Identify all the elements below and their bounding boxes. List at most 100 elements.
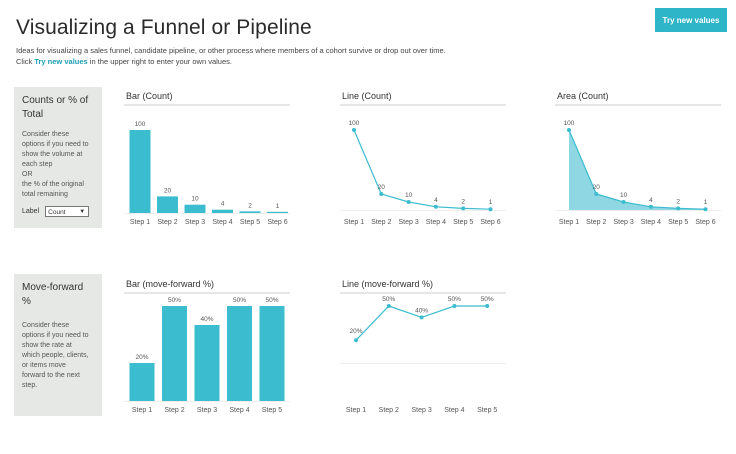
data-point [352,128,356,132]
x-tick-label: Step 2 [164,407,184,414]
chart-title: Line (move-forward %) [342,279,433,289]
data-label: 100 [349,120,360,127]
data-point [485,304,490,308]
counts-desc-line: each step [22,161,53,168]
bar [162,306,187,401]
line-count-chart: Line (Count) 100 20 10 4 2 1 Step 1 Step 2 Step 3… [340,91,506,226]
data-label: 10 [191,196,199,203]
data-label: 2 [461,198,465,205]
try-new-values-button[interactable]: Try new values [655,8,727,32]
counts-desc-line: the % of the original [22,181,84,188]
bar [212,209,233,213]
data-point [567,128,571,132]
data-label: 50% [265,297,278,304]
counts-desc-line: Consider these [22,131,70,138]
x-tick-label: Step 3 [197,407,217,414]
chevron-down-icon: ▼ [79,209,86,215]
data-label: 20 [164,187,172,194]
bar [267,211,288,213]
data-label: 40% [415,307,428,314]
x-tick-label: Step 4 [426,219,446,226]
bar [227,306,252,401]
x-tick-label: Step 1 [344,219,364,226]
counts-heading-line1: Counts or % of [22,95,89,106]
data-label: 10 [620,192,628,199]
data-point [433,204,438,209]
data-label: 1 [489,199,493,206]
bar [157,196,178,213]
x-tick-label: Step 6 [480,219,500,226]
data-point [419,315,424,320]
series-line [353,129,491,210]
forward-desc-line: or items move [22,362,66,369]
data-point [406,200,411,204]
forward-desc-line: options if you need to [22,332,89,339]
bar [184,204,206,213]
x-tick-label: Step 1 [132,407,152,414]
label-control-text: Label [22,208,40,215]
data-label: 100 [135,121,146,128]
data-point [379,192,384,196]
data-label: 40% [200,316,213,323]
data-point [594,192,599,196]
counts-desc-line: show the volume at [22,151,83,158]
x-tick-label: Step 1 [559,219,579,226]
forward-desc-line: forward to the next [22,372,80,379]
forward-panel-heading: Move-forward % [22,282,84,307]
data-point [354,338,358,343]
data-label: 20 [378,184,386,191]
bar-forward-chart: Bar (move-forward %) 20% 50% 40% 50% 50% Step … [124,279,290,414]
data-point [386,304,391,308]
x-tick-label: Step 4 [229,407,249,414]
forward-panel-description: Consider these options if you need to sh… [22,321,94,391]
bar [194,325,220,401]
x-tick-label: Step 5 [668,219,688,226]
x-tick-label: Step 3 [398,219,418,226]
x-tick-label: Step 6 [695,219,715,226]
page-subtitle: Ideas for visualizing a sales funnel, ca… [16,46,446,55]
counts-desc-line: OR [22,171,33,178]
label-select[interactable]: Count ▼ [45,206,90,217]
bar [259,306,285,401]
data-label: 50% [382,296,395,303]
area-count-chart: Area (Count) 100 20 10 4 2 1 Step 1 Step 2 Step 3… [555,91,721,226]
x-tick-label: Step 3 [613,219,633,226]
forward-desc-line: show the rate at [22,342,72,349]
bar [239,211,261,213]
try-new-values-link[interactable]: Try new values [34,57,87,66]
data-label: 50% [481,296,494,303]
line-forward-chart: Line (move-forward %) 20% 50% 40% 50% 50% Step… [340,279,506,414]
data-label: 50% [233,297,246,304]
bar [129,130,151,213]
data-point [452,304,457,308]
counts-desc-line: options if you need to [22,141,89,148]
data-label: 100 [564,120,575,127]
data-point [648,204,653,209]
bar [129,363,155,401]
x-tick-label: Step 2 [586,219,606,226]
instructions-prefix: Click [16,57,35,66]
data-point [621,200,626,204]
x-tick-label: Step 4 [444,407,464,414]
page-instructions: Click Try new values in the upper right … [16,57,232,66]
chart-title: Area (Count) [557,91,609,101]
data-label: 1 [276,203,280,210]
forward-desc-line: Consider these [22,322,70,329]
forward-info-panel: Move-forward % Consider these options if… [14,274,102,416]
counts-panel-description: Consider these options if you need to sh… [22,130,94,200]
counts-desc-line: total remaining [22,191,68,198]
counts-panel-heading: Counts or % of Total [22,94,94,122]
x-tick-label: Step 5 [453,219,473,226]
chart-title: Line (Count) [342,91,392,101]
chart-title: Bar (Count) [126,91,173,101]
x-tick-label: Step 3 [185,219,205,226]
counts-heading-line2: Total [22,109,44,120]
x-tick-label: Step 2 [379,407,399,414]
x-tick-label: Step 6 [267,219,287,226]
forward-desc-line: which people, clients, [22,352,89,359]
data-point [676,206,681,211]
x-tick-label: Step 1 [346,407,366,414]
data-point [461,206,466,211]
data-label: 1 [704,199,708,206]
data-label: 4 [221,201,225,208]
